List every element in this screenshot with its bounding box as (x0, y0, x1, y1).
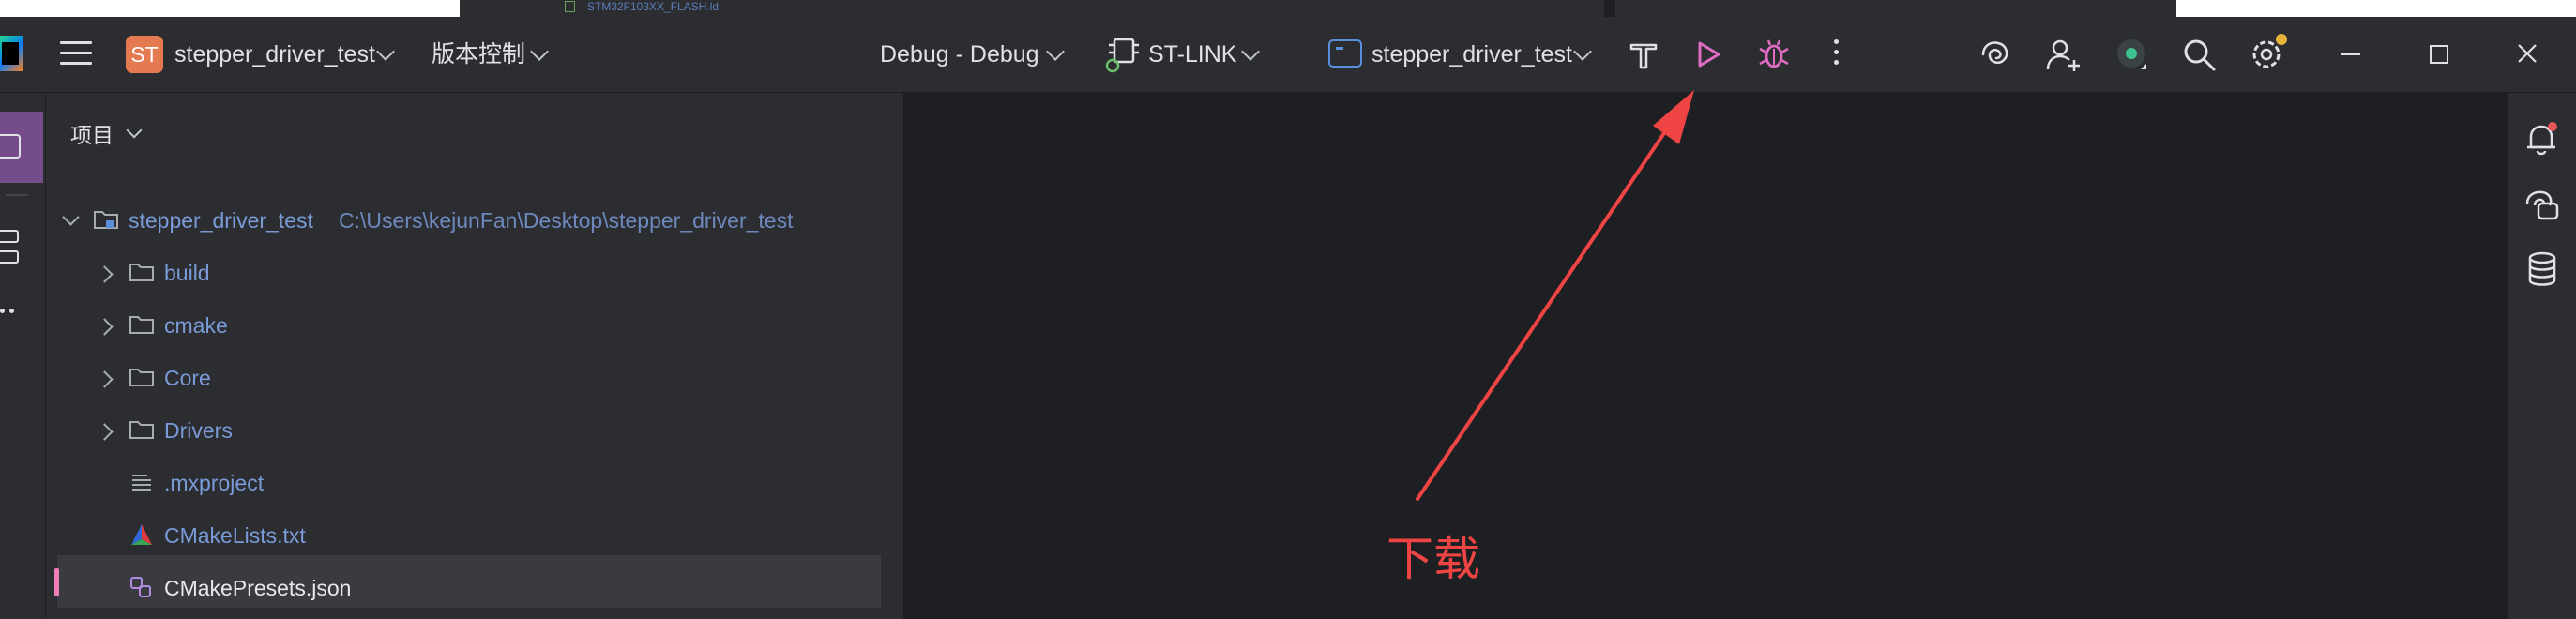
panel-title-label: 项目 (70, 123, 114, 147)
search-icon[interactable] (2182, 38, 2218, 73)
background-window-strip: STM32F103XX_FLASH.ld (460, 0, 2176, 17)
tree-label-build: build (164, 261, 210, 285)
tree-row-build[interactable]: build (46, 247, 890, 299)
linker-file-icon (565, 1, 575, 12)
module-folder-icon (94, 211, 118, 229)
debugger-selector[interactable]: ST-LINK (1148, 36, 1236, 73)
structure-icon[interactable] (0, 230, 19, 265)
debugger-chip-icon (1105, 38, 1139, 73)
folder-icon (129, 264, 154, 281)
debug-bug-icon[interactable] (1756, 38, 1792, 71)
settings-gear-icon[interactable] (2248, 30, 2291, 73)
tree-row-cmake[interactable]: cmake (46, 299, 890, 352)
chevron-right-icon[interactable] (96, 318, 114, 336)
run-config-selector[interactable]: stepper_driver_test (1371, 36, 1572, 73)
folder-icon (129, 421, 154, 439)
chevron-right-icon[interactable] (96, 370, 114, 388)
tree-label-drivers: Drivers (164, 418, 233, 443)
tree-label-core: Core (164, 366, 211, 390)
add-user-icon[interactable] (2045, 38, 2083, 73)
tree-root-row[interactable]: stepper_driver_test C:\Users\kejunFan\De… (46, 194, 890, 247)
tree-label-cmake: cmake (164, 313, 228, 338)
status-dot-icon[interactable] (2113, 36, 2150, 73)
project-name-button[interactable]: stepper_driver_test (174, 36, 375, 73)
tree-row-cmakepresets[interactable]: CMakePresets.json (46, 562, 890, 614)
chevron-right-icon[interactable] (96, 423, 114, 441)
chevron-down-icon[interactable] (1573, 42, 1592, 61)
panel-title[interactable]: 项目 (70, 121, 114, 149)
run-icon[interactable] (1690, 38, 1724, 71)
tree-row-core[interactable]: Core (46, 352, 890, 404)
minimize-icon[interactable] (2334, 39, 2368, 69)
project-badge[interactable]: ST (126, 36, 163, 73)
tree-label-mxproject: .mxproject (164, 471, 265, 495)
tree-root-path: C:\Users\kejunFan\Desktop\stepper_driver… (339, 208, 794, 233)
notifications-bell-icon[interactable] (2523, 121, 2561, 159)
title-bar: ST stepper_driver_test 版本控制 Debug - Debu… (0, 17, 2576, 93)
right-tool-window-bar (2508, 93, 2576, 619)
clion-logo-icon (0, 36, 23, 71)
tree-label-cmakepresets: CMakePresets.json (164, 576, 352, 600)
ai-chat-icon[interactable] (2523, 187, 2563, 224)
json-config-icon (130, 577, 151, 597)
cmake-file-icon (131, 524, 152, 545)
tree-root-label: stepper_driver_test (129, 208, 313, 233)
vcs-menu-button[interactable]: 版本控制 (432, 36, 525, 73)
text-file-icon (132, 475, 151, 491)
editor-area (904, 93, 2507, 619)
database-icon[interactable] (2525, 250, 2559, 288)
annotation-label: 下载 (1386, 532, 1480, 586)
maximize-icon[interactable] (2422, 39, 2456, 69)
run-config-icon (1328, 39, 1362, 68)
project-panel: 项目 stepper_driver_test C:\Users\kejunFan… (46, 93, 903, 619)
build-hammer-icon[interactable] (1627, 38, 1660, 71)
left-tool-window-bar (0, 93, 46, 619)
chevron-down-icon[interactable] (530, 42, 549, 61)
chevron-down-icon[interactable] (62, 208, 80, 226)
tree-row-cmakelists[interactable]: CMakeLists.txt (46, 509, 890, 562)
folder-icon (129, 316, 154, 334)
tree-row-drivers[interactable]: Drivers (46, 404, 890, 457)
background-file-label: STM32F103XX_FLASH.ld (587, 0, 720, 13)
build-config-selector[interactable]: Debug - Debug (880, 36, 1039, 73)
chevron-down-icon[interactable] (1241, 42, 1260, 61)
tree-label-cmakelists: CMakeLists.txt (164, 523, 306, 548)
chevron-right-icon[interactable] (96, 265, 114, 283)
background-divider (1604, 0, 1615, 17)
hamburger-menu-icon[interactable] (60, 41, 92, 66)
toolbar-divider (6, 194, 28, 196)
tree-row-mxproject[interactable]: .mxproject (46, 457, 890, 509)
close-icon[interactable] (2510, 39, 2544, 69)
ide-window: ST stepper_driver_test 版本控制 Debug - Debu… (0, 17, 2576, 619)
chevron-down-icon[interactable] (1046, 42, 1065, 61)
chevron-down-icon[interactable] (126, 122, 143, 139)
chevron-down-icon[interactable] (376, 42, 395, 61)
more-horizontal-icon[interactable] (0, 301, 19, 318)
ai-assistant-icon[interactable] (1977, 38, 2013, 71)
more-vertical-icon[interactable] (1834, 39, 1839, 70)
project-folder-icon[interactable] (0, 134, 21, 159)
folder-icon (129, 369, 154, 386)
